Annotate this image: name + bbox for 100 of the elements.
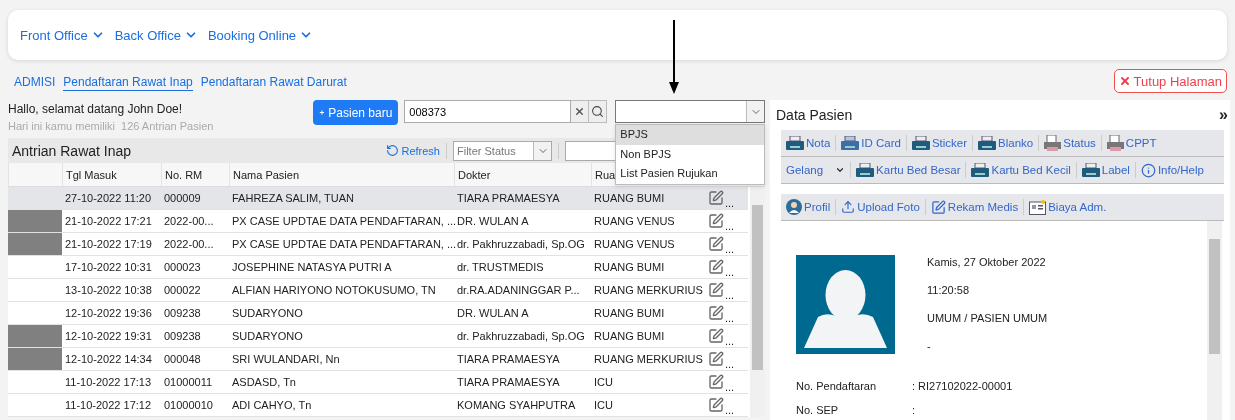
table-cell-text: SRI WULANDARI, Nn (231, 352, 341, 367)
toolbar-button[interactable]: Status (1044, 135, 1096, 151)
more-link[interactable]: ... (725, 312, 735, 324)
edit-icon[interactable] (708, 351, 724, 367)
tab[interactable]: Pendaftaran Rawat Darurat (200, 75, 347, 91)
time-text: 11:20:58 (927, 284, 970, 298)
table-row[interactable]: 11-10-2022 17:13 01000011 ASDASD, Tn TIARA PRAMAESYA ICU ... (8, 371, 748, 394)
table-cell-text: dr. Pakhruzzabadi, Sp.OG (456, 237, 586, 252)
toolbar-button[interactable]: Blanko (978, 136, 1034, 150)
toolbar-button[interactable]: Info/Help (1140, 162, 1204, 178)
table-row[interactable]: 12-10-2022 14:34 000048 SRI WULANDARI, Nn TIARA PRAMAESYA RUANG MERKURIUS ... (8, 348, 748, 371)
panel-title: Data Pasien (776, 107, 853, 123)
table-cell-text: 11-10-2022 17:13 (64, 375, 153, 390)
scrollbar[interactable] (750, 187, 765, 417)
table-cell-text: dr. TRUSTMEDIS (456, 260, 545, 275)
status-filter-select[interactable]: Filter Status (453, 140, 552, 161)
table-row[interactable]: 12-10-2022 19:36 009238 SUDARYONO DR. WULAN A RUANG BUMI ... (8, 302, 748, 325)
scrollbar[interactable] (1207, 221, 1222, 420)
table-row[interactable]: 11-10-2022 17:12 01000010 ADI CAHYO, Tn KOMANG SYAHPUTRA ICU ... (8, 394, 748, 417)
search-button[interactable] (589, 100, 608, 123)
edit-icon[interactable] (708, 282, 724, 298)
caret-icon (835, 165, 846, 175)
search-field[interactable]: 008373 (404, 100, 572, 123)
table-row[interactable]: 27-10-2022 11:20 000009 FAHREZA SALIM, TUAN TIARA PRAMAESYA RUANG BUMI ... (8, 187, 748, 210)
more-link[interactable]: ... (725, 404, 735, 416)
toolbar-button[interactable]: ID Card (841, 136, 901, 150)
toolbar-button[interactable]: Kartu Bed Kecil (971, 163, 1071, 177)
table-cell-text: RUANG BUMI (593, 329, 666, 344)
toolbar-button[interactable]: Nota (786, 136, 831, 150)
field-label: No. Pendaftaran (796, 380, 878, 392)
collapse-button[interactable]: » (1219, 106, 1228, 124)
toolbar-button[interactable]: Upload Foto (841, 200, 920, 214)
table-cell-text: 000009 (163, 191, 202, 206)
printer-icon (841, 136, 860, 150)
table-row[interactable]: 17-10-2022 10:31 000023 JOSEPHINE NATASYA PUTRI A dr. TRUSTMEDIS RUANG BUMI ... (8, 256, 748, 279)
nav-menu-item[interactable]: Front Office (20, 27, 105, 43)
close-page-button[interactable]: Tutup Halaman (1113, 69, 1227, 93)
more-link[interactable]: ... (725, 243, 735, 255)
table-cell-text: TIARA PRAMAESYA (456, 352, 561, 367)
table-cell-text: 2022-00... (163, 237, 215, 252)
toolbar-button[interactable]: Rekam Medis (930, 199, 1019, 215)
table-cell-text: 000022 (163, 283, 202, 298)
edit-icon[interactable] (708, 328, 724, 344)
more-link[interactable]: ... (725, 381, 735, 393)
table-cell-text: SUDARYONO (231, 306, 304, 321)
toolbar-button[interactable]: Gelang (786, 164, 846, 176)
toolbar-button[interactable]: CPPT (1106, 135, 1157, 151)
dropdown-option[interactable]: BPJS (616, 125, 764, 145)
more-link[interactable]: ... (725, 220, 735, 232)
field-label: No. SEP (796, 404, 840, 416)
table-cell-text: 12-10-2022 14:34 (64, 352, 153, 367)
user-avatar-icon (786, 199, 802, 215)
toolbar-button[interactable]: Sticker (911, 136, 968, 150)
toolbar-button[interactable]: Profil (786, 199, 831, 215)
edit-icon[interactable] (708, 190, 724, 206)
table-cell-text: 01000011 (163, 375, 214, 390)
type-select[interactable] (615, 100, 765, 123)
table-cell-text: dr.RA.ADANINGGAR P... (456, 283, 581, 298)
more-link[interactable]: ... (725, 335, 735, 347)
table-row[interactable]: 12-10-2022 19:31 009238 SUDARYONO dr. Pakhruzzabadi, Sp.OG RUANG BUMI ... (8, 325, 748, 348)
toolbar-button[interactable]: Biaya Adm. (1029, 199, 1107, 215)
notice-board-icon (1029, 199, 1047, 215)
toolbar-button[interactable]: Kartu Bed Besar (856, 163, 961, 177)
table-cell-text: RUANG BUMI (593, 306, 666, 321)
table-cell-text: PX CASE UPDTAE DATA PENDAFTARAN, ... (231, 214, 454, 229)
edit-icon[interactable] (708, 213, 724, 229)
refresh-icon (386, 144, 400, 157)
printer-icon (911, 136, 930, 150)
printer-icon (978, 136, 997, 150)
tab[interactable]: Pendaftaran Rawat Inap (63, 75, 193, 91)
tab[interactable]: ADMISI (14, 75, 56, 91)
table-cell-text: ICU (593, 398, 614, 413)
table-cell-text: 009238 (163, 306, 202, 321)
edit-icon[interactable] (708, 259, 724, 275)
dropdown-option[interactable]: List Pasien Rujukan (616, 164, 764, 184)
table-cell-text: RUANG VENUS (593, 214, 676, 229)
edit-icon[interactable] (708, 236, 724, 252)
edit-icon[interactable] (708, 305, 724, 321)
nav-menu-item[interactable]: Booking Online (207, 27, 314, 43)
close-icon (1118, 75, 1131, 87)
clear-button[interactable] (571, 100, 590, 123)
field-value: : RI27102022-00001 (912, 380, 1013, 392)
edit-icon[interactable] (708, 374, 724, 390)
table-row[interactable]: 21-10-2022 17:19 2022-00... PX CASE UPDTAE DATA PENDAFTARAN, ...dr. Pakhruzzabadi, Sp.OG RUANG VENUS ... (8, 233, 748, 256)
toolbar-button[interactable]: Label (1081, 163, 1130, 177)
table-cell-text: ICU (593, 375, 614, 390)
more-link[interactable]: ... (725, 289, 735, 301)
more-link[interactable]: ... (725, 358, 735, 370)
refresh-link[interactable]: Refresh (386, 144, 440, 157)
nav-menu-item[interactable]: Back Office (114, 27, 198, 43)
edit-icon[interactable] (708, 397, 724, 413)
table-cell-text: 2022-00... (163, 214, 215, 229)
table-row[interactable]: 21-10-2022 17:21 2022-00... PX CASE UPDTAE DATA PENDAFTARAN, ...DR. WULAN A RUANG VENUS ... (8, 210, 748, 233)
more-link[interactable]: ... (725, 266, 735, 278)
new-patient-button[interactable]: Pasien baru (313, 100, 399, 125)
more-link[interactable]: ... (725, 197, 735, 209)
dropdown-option[interactable]: Non BPJS (616, 144, 764, 164)
table-cell-text: JOSEPHINE NATASYA PUTRI A (231, 260, 393, 275)
table-cell-text: ALFIAN HARIYONO NOTOKUSUMO, TN (231, 283, 437, 298)
table-row[interactable]: 13-10-2022 10:38 000022 ALFIAN HARIYONO NOTOKUSUMO, TN dr.RA.ADANINGGAR P... RUANG MERKURIUS ... (8, 279, 748, 302)
